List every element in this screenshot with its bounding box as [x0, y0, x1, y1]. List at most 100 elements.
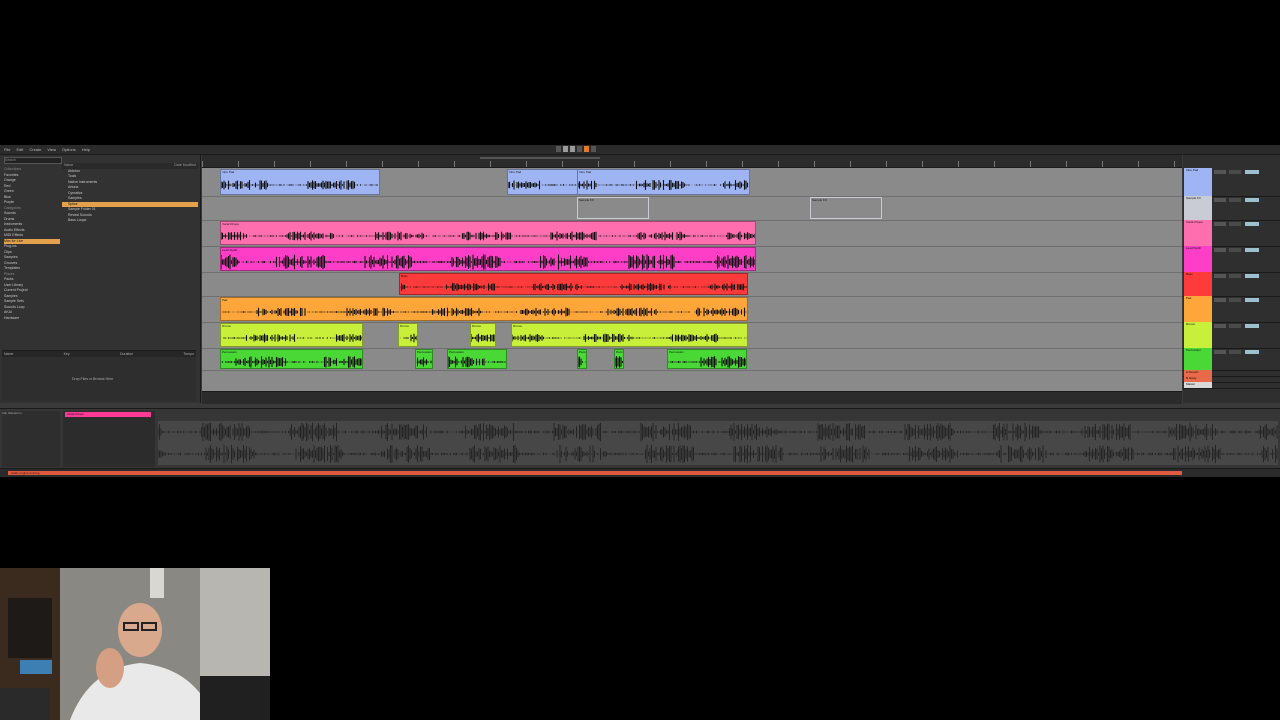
audio-clip[interactable]: Bass [399, 273, 748, 295]
audio-clip[interactable]: Sample FX [577, 197, 649, 219]
loop-button[interactable] [591, 146, 596, 152]
track-name[interactable]: Master [1186, 382, 1195, 386]
audio-clip[interactable]: Intro Pad [220, 169, 380, 195]
place-hardware[interactable]: Hardware [4, 316, 60, 322]
track-lane[interactable]: Vocal Chops [202, 220, 1182, 247]
solo-button[interactable] [1229, 350, 1241, 354]
track-header[interactable]: Bass [1184, 272, 1212, 296]
menu-options[interactable]: Options [62, 145, 76, 154]
track-lanes[interactable]: Intro Pad Intro Pad Intro Pad Sample FX Samp… [202, 168, 1182, 390]
volume-field[interactable] [1245, 350, 1259, 354]
name-column-header[interactable]: Name [64, 163, 73, 169]
preview-col-tempo[interactable]: Tempo [183, 352, 194, 356]
automation-arm-button[interactable] [584, 146, 589, 152]
track-name[interactable]: Bass [1186, 272, 1193, 276]
audio-clip[interactable]: Percussion [447, 349, 507, 369]
activator-button[interactable] [1214, 298, 1226, 302]
audio-clip[interactable]: Lead Synth [220, 247, 756, 271]
audio-clip[interactable]: Drums [470, 323, 496, 347]
audio-clip[interactable]: Percussion [667, 349, 747, 369]
audio-clip[interactable]: Intro Pad [507, 169, 582, 195]
activator-button[interactable] [1214, 248, 1226, 252]
audio-clip[interactable]: Drums [220, 323, 363, 347]
track-name[interactable]: Intro Pad [1186, 168, 1198, 172]
activator-button[interactable] [1214, 350, 1226, 354]
date-column-header[interactable]: Date Modified [174, 163, 196, 169]
track-header[interactable]: Vocal Chops [1184, 220, 1212, 246]
preview-col-name[interactable]: Name [4, 352, 13, 356]
menu-file[interactable]: File [4, 145, 10, 154]
audio-clip[interactable]: Percussion [220, 349, 363, 369]
audio-clip[interactable]: Pad [220, 297, 748, 321]
stop-button[interactable] [570, 146, 575, 152]
menu-create[interactable]: Create [29, 145, 41, 154]
volume-field[interactable] [1245, 248, 1259, 252]
clip-name-field[interactable]: Vocal Chops [65, 412, 151, 417]
activator-button[interactable] [1214, 222, 1226, 226]
track-name[interactable]: Percussion [1186, 348, 1201, 352]
audio-clip[interactable]: Vocal Chops [220, 221, 756, 245]
solo-button[interactable] [1229, 298, 1241, 302]
track-name[interactable]: B Delay [1186, 376, 1197, 380]
track-header[interactable]: Percussion [1184, 348, 1212, 370]
activator-button[interactable] [1214, 324, 1226, 328]
time-ruler[interactable] [202, 391, 1182, 404]
volume-field[interactable] [1245, 324, 1259, 328]
track-name[interactable]: Drums [1186, 322, 1195, 326]
track-lane[interactable]: Lead Synth [202, 246, 1182, 273]
menu-view[interactable]: View [47, 145, 56, 154]
track-lane[interactable]: Percussion Percussion Percussion Percussion… [202, 348, 1182, 371]
back-to-start-button[interactable] [556, 146, 561, 152]
solo-button[interactable] [1229, 248, 1241, 252]
record-button[interactable] [577, 146, 582, 152]
preview-col-duration[interactable]: Duration [120, 352, 133, 356]
volume-field[interactable] [1245, 222, 1259, 226]
track-name[interactable]: Lead Synth [1186, 246, 1201, 250]
track-lane[interactable]: Sample FX Sample FX [202, 196, 1182, 221]
sample-editor-waveform[interactable] [157, 421, 1278, 465]
audio-clip[interactable]: Intro Pad [577, 169, 750, 195]
track-header[interactable]: Sample FX [1184, 196, 1212, 220]
audio-clip[interactable]: Percussion [415, 349, 433, 369]
track-name[interactable]: Vocal Chops [1186, 220, 1203, 224]
audio-clip[interactable]: Percussion [614, 349, 624, 369]
activator-button[interactable] [1214, 274, 1226, 278]
activator-button[interactable] [1214, 170, 1226, 174]
arrangement-view[interactable]: Intro Pad Intro Pad Intro Pad Sample FX Samp… [202, 155, 1182, 404]
browser-search-input[interactable]: Search [4, 157, 62, 164]
menu-help[interactable]: Help [82, 145, 90, 154]
solo-button[interactable] [1229, 324, 1241, 328]
track-lane[interactable]: Bass [202, 272, 1182, 297]
menu-edit[interactable]: Edit [16, 145, 23, 154]
track-lane[interactable]: Intro Pad Intro Pad Intro Pad [202, 168, 1182, 197]
solo-button[interactable] [1229, 170, 1241, 174]
audio-clip[interactable]: Sample FX [810, 197, 882, 219]
ruler-tick [778, 161, 779, 167]
track-header[interactable]: Intro Pad [1184, 168, 1212, 196]
beat-time-ruler[interactable] [202, 155, 1182, 168]
track-header[interactable]: Lead Synth [1184, 246, 1212, 272]
track-name[interactable]: Pad [1186, 296, 1191, 300]
track-name[interactable]: Sample FX [1186, 196, 1201, 200]
track-header[interactable]: Pad [1184, 296, 1212, 322]
audio-clip[interactable]: Drums [398, 323, 418, 347]
track-header[interactable]: Drums [1184, 322, 1212, 348]
volume-field[interactable] [1245, 298, 1259, 302]
solo-button[interactable] [1229, 198, 1241, 202]
track-name[interactable]: A Reverb [1186, 370, 1198, 374]
preview-col-key[interactable]: Key [64, 352, 70, 356]
file-row[interactable]: Bass Loops [62, 218, 198, 224]
solo-button[interactable] [1229, 274, 1241, 278]
play-button[interactable] [563, 146, 568, 152]
volume-field[interactable] [1245, 274, 1259, 278]
overview-scrollbar[interactable] [480, 157, 600, 159]
volume-field[interactable] [1245, 170, 1259, 174]
activator-button[interactable] [1214, 198, 1226, 202]
solo-button[interactable] [1229, 222, 1241, 226]
track-lane[interactable]: Pad [202, 296, 1182, 323]
track-header[interactable]: Master [1184, 382, 1212, 388]
audio-clip[interactable]: Drums [511, 323, 748, 347]
track-lane[interactable]: Drums Drums Drums Drums [202, 322, 1182, 349]
audio-clip[interactable]: Percussion [577, 349, 587, 369]
volume-field[interactable] [1245, 198, 1259, 202]
